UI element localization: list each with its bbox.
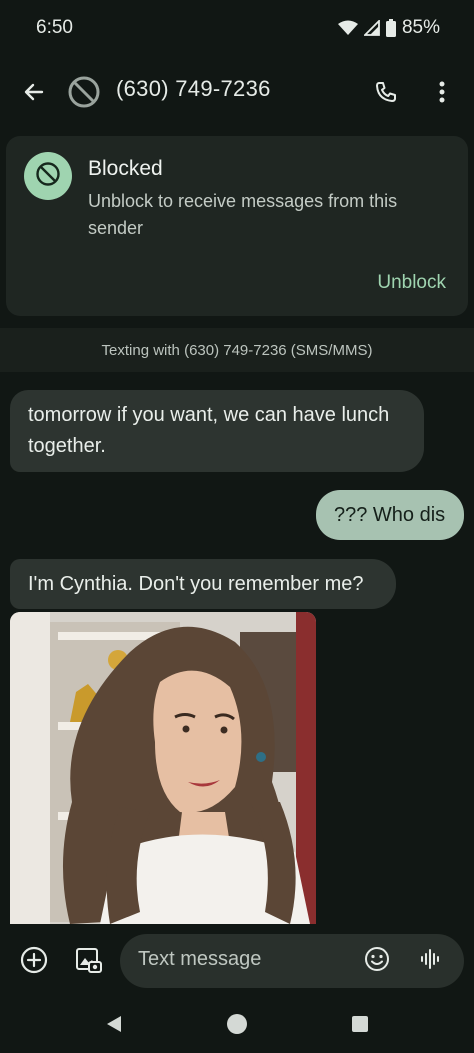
compose-bar: Text message (0, 928, 474, 994)
status-bar: 6:50 85% (0, 0, 474, 56)
nav-home-button[interactable] (219, 1008, 255, 1044)
battery-percentage: 85% (401, 17, 440, 38)
blocked-badge (24, 152, 72, 200)
message-bubble-incoming[interactable]: tomorrow if you want, we can have lunch … (10, 390, 424, 472)
conversation-title[interactable]: (630) 749-7236 (116, 76, 271, 102)
status-icons: 85% (337, 17, 440, 39)
add-circle-icon (20, 946, 48, 979)
back-button[interactable] (14, 70, 54, 118)
square-recents-icon (351, 1015, 369, 1038)
gallery-button[interactable] (66, 940, 110, 984)
circle-home-icon (226, 1013, 248, 1040)
more-vertical-icon (439, 81, 445, 108)
blocked-description: Unblock to receive messages from this se… (88, 191, 398, 238)
more-options-button[interactable] (424, 70, 460, 118)
blocked-banner: Blocked Unblock to receive messages from… (6, 136, 468, 316)
wifi-icon (337, 20, 358, 36)
message-input[interactable]: Text message (120, 934, 464, 988)
app-bar: (630) 749-7236 (0, 58, 474, 130)
call-button[interactable] (364, 70, 408, 118)
emoji-icon (364, 946, 390, 977)
message-bubble-incoming[interactable]: I'm Cynthia. Don't you remember me? (10, 559, 396, 609)
system-nav-bar (0, 996, 474, 1053)
voice-waveform-icon (419, 947, 443, 976)
gallery-icon (74, 946, 102, 979)
blocked-title: Blocked (88, 157, 163, 180)
nav-recents-button[interactable] (342, 1008, 378, 1044)
contact-avatar[interactable] (64, 72, 104, 116)
cell-signal-icon (363, 20, 380, 36)
battery-icon (385, 19, 396, 37)
add-attachment-button[interactable] (12, 940, 56, 984)
unblock-button[interactable]: Unblock (377, 272, 446, 294)
nav-back-button[interactable] (96, 1008, 132, 1044)
message-image[interactable] (10, 612, 316, 924)
block-icon (67, 75, 101, 114)
texting-with-label: Texting with (630) 749-7236 (SMS/MMS) (0, 328, 474, 372)
message-input-placeholder: Text message (138, 948, 262, 970)
voice-message-button[interactable] (410, 940, 452, 982)
message-bubble-outgoing[interactable]: ??? Who dis (316, 490, 464, 540)
triangle-back-icon (105, 1014, 123, 1039)
status-time: 6:50 (36, 17, 73, 38)
arrow-left-icon (22, 80, 46, 109)
phone-icon (374, 80, 398, 109)
block-icon (35, 161, 61, 192)
emoji-button[interactable] (356, 940, 398, 982)
